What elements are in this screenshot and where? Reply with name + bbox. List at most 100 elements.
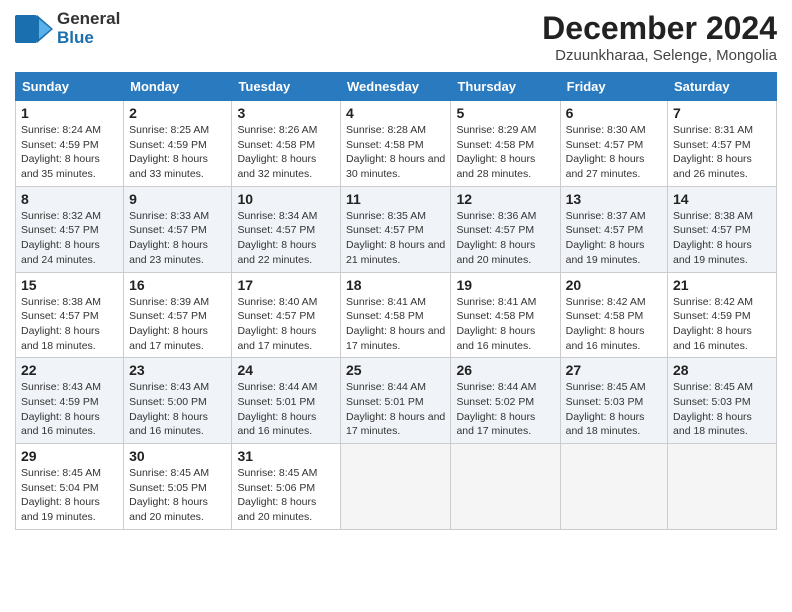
calendar-cell: 12 Sunrise: 8:36 AMSunset: 4:57 PMDayligh… [451,186,560,272]
page-header: General Blue December 2024 Dzuunkharaa, … [15,10,777,64]
calendar-cell: 19Sunrise: 8:41 AMSunset: 4:58 PMDayligh… [451,272,560,358]
calendar-cell: 9 Sunrise: 8:33 AMSunset: 4:57 PMDaylight… [124,186,232,272]
logo-text-line2: Blue [57,29,120,48]
calendar-cell: 15Sunrise: 8:38 AMSunset: 4:57 PMDayligh… [16,272,124,358]
calendar-cell: 28Sunrise: 8:45 AMSunset: 5:03 PMDayligh… [668,358,777,444]
day-number: 29 [21,448,118,464]
day-info: Sunrise: 8:28 AMSunset: 4:58 PMDaylight:… [346,123,445,182]
day-number: 28 [673,362,771,378]
main-title: December 2024 [542,10,777,47]
calendar-cell: 25 Sunrise: 8:44 AMSunset: 5:01 PMDayligh… [341,358,451,444]
day-header-thursday: Thursday [451,73,560,101]
logo-text-line1: General [57,10,120,29]
day-number: 17 [237,277,335,293]
day-number: 5 [456,105,554,121]
day-info: Sunrise: 8:24 AMSunset: 4:59 PMDaylight:… [21,123,118,182]
day-info: Sunrise: 8:25 AMSunset: 4:59 PMDaylight:… [129,123,226,182]
calendar-cell: 24 Sunrise: 8:44 AMSunset: 5:01 PMDayligh… [232,358,341,444]
logo-icon [15,15,53,43]
day-info: Sunrise: 8:44 AMSunset: 5:02 PMDaylight:… [456,380,554,439]
calendar-cell: 18Sunrise: 8:41 AMSunset: 4:58 PMDayligh… [341,272,451,358]
day-number: 21 [673,277,771,293]
calendar-cell: 1 Sunrise: 8:24 AMSunset: 4:59 PMDaylight… [16,101,124,187]
day-number: 27 [566,362,662,378]
day-info: Sunrise: 8:32 AMSunset: 4:57 PMDaylight:… [21,209,118,268]
day-number: 3 [237,105,335,121]
day-number: 2 [129,105,226,121]
day-number: 14 [673,191,771,207]
day-info: Sunrise: 8:38 AMSunset: 4:57 PMDaylight:… [21,295,118,354]
day-header-monday: Monday [124,73,232,101]
day-info: Sunrise: 8:34 AMSunset: 4:57 PMDaylight:… [237,209,335,268]
day-number: 16 [129,277,226,293]
title-block: December 2024 Dzuunkharaa, Selenge, Mong… [542,10,777,64]
calendar-cell: 20Sunrise: 8:42 AMSunset: 4:58 PMDayligh… [560,272,667,358]
day-number: 18 [346,277,445,293]
calendar-cell: 22 Sunrise: 8:43 AMSunset: 4:59 PMDayligh… [16,358,124,444]
day-info: Sunrise: 8:43 AMSunset: 4:59 PMDaylight:… [21,380,118,439]
day-number: 11 [346,191,445,207]
week-row-2: 8 Sunrise: 8:32 AMSunset: 4:57 PMDaylight… [16,186,777,272]
calendar-cell: 26 Sunrise: 8:44 AMSunset: 5:02 PMDayligh… [451,358,560,444]
day-number: 1 [21,105,118,121]
calendar-cell: 29 Sunrise: 8:45 AMSunset: 5:04 PMDayligh… [16,444,124,530]
day-info: Sunrise: 8:39 AMSunset: 4:57 PMDaylight:… [129,295,226,354]
calendar-cell: 23 Sunrise: 8:43 AMSunset: 5:00 PMDayligh… [124,358,232,444]
day-info: Sunrise: 8:33 AMSunset: 4:57 PMDaylight:… [129,209,226,268]
week-row-4: 22 Sunrise: 8:43 AMSunset: 4:59 PMDayligh… [16,358,777,444]
calendar-cell: 10 Sunrise: 8:34 AMSunset: 4:57 PMDayligh… [232,186,341,272]
week-row-5: 29 Sunrise: 8:45 AMSunset: 5:04 PMDayligh… [16,444,777,530]
day-number: 23 [129,362,226,378]
calendar-cell [341,444,451,530]
day-header-saturday: Saturday [668,73,777,101]
day-number: 6 [566,105,662,121]
day-header-tuesday: Tuesday [232,73,341,101]
day-info: Sunrise: 8:45 AMSunset: 5:06 PMDaylight:… [237,466,335,525]
day-number: 22 [21,362,118,378]
calendar-cell: 6Sunrise: 8:30 AMSunset: 4:57 PMDaylight… [560,101,667,187]
calendar-cell [668,444,777,530]
day-info: Sunrise: 8:26 AMSunset: 4:58 PMDaylight:… [237,123,335,182]
day-header-sunday: Sunday [16,73,124,101]
calendar-cell: 4 Sunrise: 8:28 AMSunset: 4:58 PMDaylight… [341,101,451,187]
calendar-cell: 16 Sunrise: 8:39 AMSunset: 4:57 PMDayligh… [124,272,232,358]
day-info: Sunrise: 8:44 AMSunset: 5:01 PMDaylight:… [346,380,445,439]
day-number: 26 [456,362,554,378]
day-number: 31 [237,448,335,464]
week-row-1: 1 Sunrise: 8:24 AMSunset: 4:59 PMDaylight… [16,101,777,187]
calendar-cell: 3 Sunrise: 8:26 AMSunset: 4:58 PMDaylight… [232,101,341,187]
calendar-cell: 2 Sunrise: 8:25 AMSunset: 4:59 PMDaylight… [124,101,232,187]
calendar-cell: 11 Sunrise: 8:35 AMSunset: 4:57 PMDayligh… [341,186,451,272]
day-number: 9 [129,191,226,207]
calendar-cell: 31 Sunrise: 8:45 AMSunset: 5:06 PMDayligh… [232,444,341,530]
day-info: Sunrise: 8:42 AMSunset: 4:59 PMDaylight:… [673,295,771,354]
calendar-cell: 27 Sunrise: 8:45 AMSunset: 5:03 PMDayligh… [560,358,667,444]
day-info: Sunrise: 8:43 AMSunset: 5:00 PMDaylight:… [129,380,226,439]
day-number: 25 [346,362,445,378]
calendar-cell [451,444,560,530]
day-number: 13 [566,191,662,207]
day-info: Sunrise: 8:36 AMSunset: 4:57 PMDaylight:… [456,209,554,268]
day-header-friday: Friday [560,73,667,101]
week-row-3: 15Sunrise: 8:38 AMSunset: 4:57 PMDayligh… [16,272,777,358]
day-number: 10 [237,191,335,207]
calendar-cell: 17 Sunrise: 8:40 AMSunset: 4:57 PMDayligh… [232,272,341,358]
day-info: Sunrise: 8:42 AMSunset: 4:58 PMDaylight:… [566,295,662,354]
day-info: Sunrise: 8:41 AMSunset: 4:58 PMDaylight:… [456,295,554,354]
day-number: 24 [237,362,335,378]
calendar-cell: 8 Sunrise: 8:32 AMSunset: 4:57 PMDaylight… [16,186,124,272]
day-number: 7 [673,105,771,121]
logo: General Blue [15,10,120,47]
day-number: 12 [456,191,554,207]
day-info: Sunrise: 8:40 AMSunset: 4:57 PMDaylight:… [237,295,335,354]
day-header-wednesday: Wednesday [341,73,451,101]
day-info: Sunrise: 8:45 AMSunset: 5:04 PMDaylight:… [21,466,118,525]
day-number: 8 [21,191,118,207]
day-info: Sunrise: 8:44 AMSunset: 5:01 PMDaylight:… [237,380,335,439]
day-info: Sunrise: 8:45 AMSunset: 5:03 PMDaylight:… [566,380,662,439]
day-number: 4 [346,105,445,121]
day-info: Sunrise: 8:35 AMSunset: 4:57 PMDaylight:… [346,209,445,268]
day-info: Sunrise: 8:37 AMSunset: 4:57 PMDaylight:… [566,209,662,268]
calendar-cell: 13 Sunrise: 8:37 AMSunset: 4:57 PMDayligh… [560,186,667,272]
calendar-cell: 21 Sunrise: 8:42 AMSunset: 4:59 PMDayligh… [668,272,777,358]
